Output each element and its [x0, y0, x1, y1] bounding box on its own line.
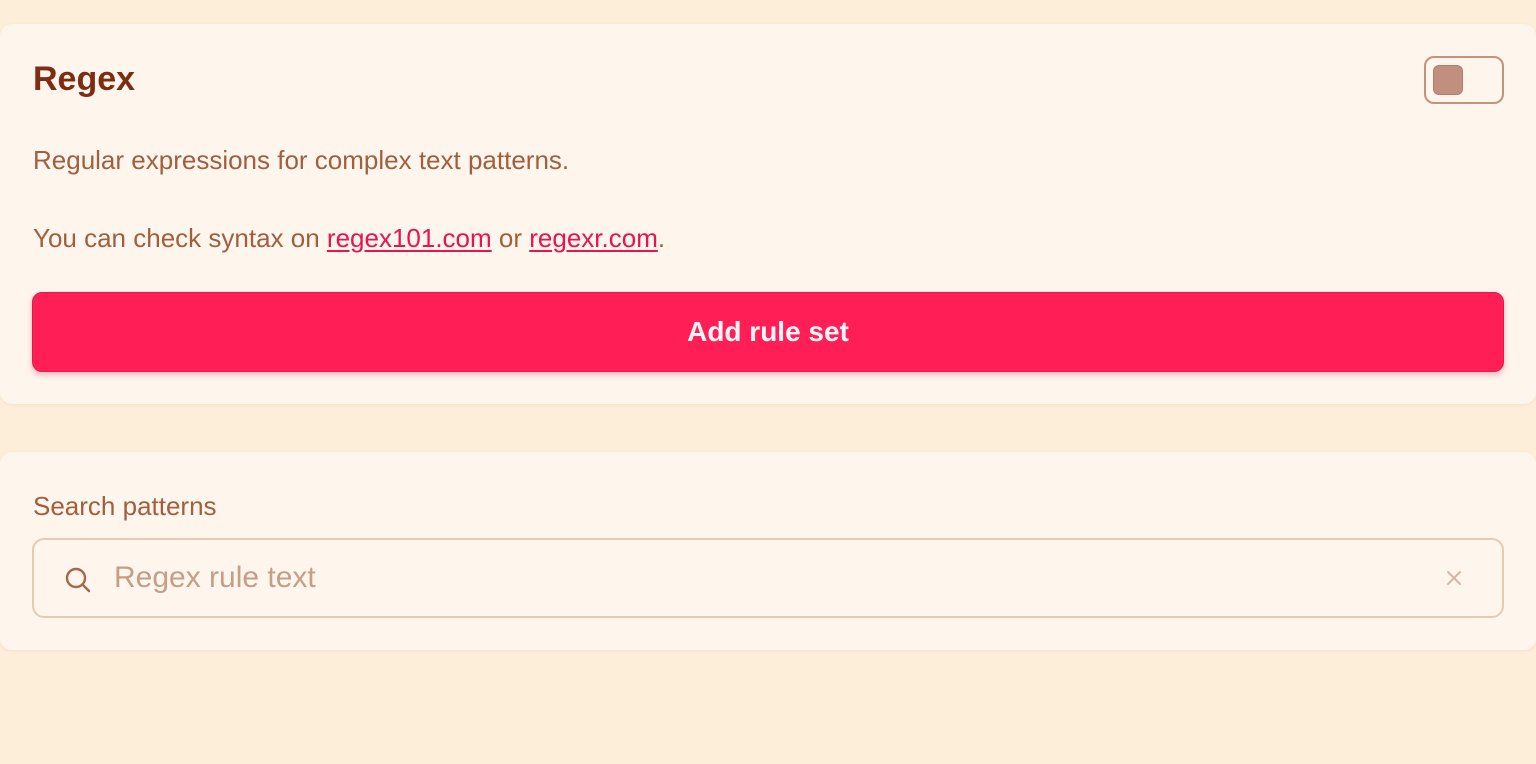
search-label: Search patterns: [33, 491, 217, 521]
syntax-hint-middle: or: [491, 223, 530, 253]
search-input[interactable]: [114, 554, 1414, 602]
description-text: Regular expressions for complex text pat…: [33, 145, 570, 175]
card-title: Regex: [33, 60, 136, 98]
syntax-hint: You can check syntax on regex101.com or …: [33, 222, 665, 254]
enable-toggle[interactable]: [1424, 56, 1504, 104]
regexr-link[interactable]: regexr.com: [529, 223, 658, 253]
search-icon: [65, 567, 91, 593]
syntax-hint-prefix: You can check syntax on: [33, 223, 327, 253]
add-rule-set-button[interactable]: Add rule set: [32, 292, 1504, 372]
search-field[interactable]: [32, 538, 1504, 618]
syntax-hint-suffix: .: [657, 223, 666, 253]
toggle-knob: [1433, 65, 1463, 95]
close-icon[interactable]: [1442, 566, 1466, 590]
regex101-link[interactable]: regex101.com: [327, 223, 492, 253]
